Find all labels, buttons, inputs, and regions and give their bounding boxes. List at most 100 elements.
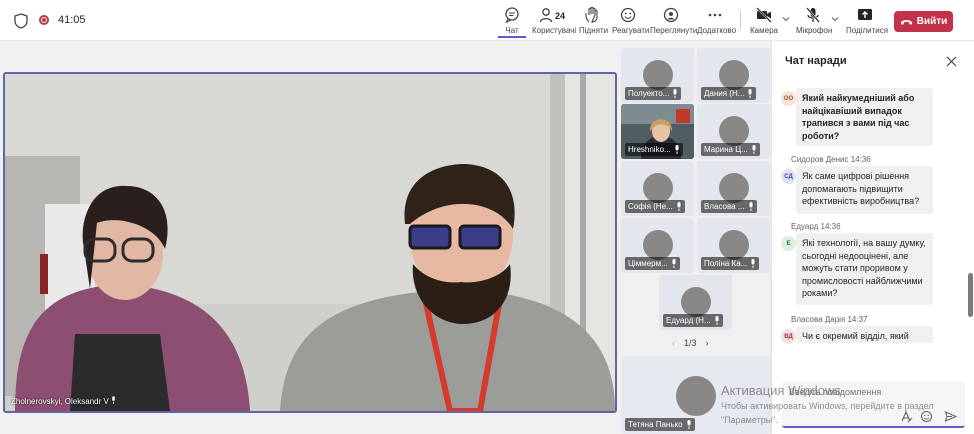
participant-tile[interactable]: Марина Ц... [697, 104, 770, 159]
camera-label: Камера [750, 26, 778, 35]
more-button[interactable]: Додатково [697, 6, 737, 38]
next-page-icon[interactable]: › [706, 338, 709, 348]
participant-name-text: Ціммерм... [628, 259, 668, 268]
mic-icon [751, 259, 755, 268]
avatar [718, 230, 749, 260]
gallery-pagination: ‹ 1/3 › [672, 338, 709, 348]
mic-icon [673, 89, 677, 98]
send-icon[interactable] [944, 410, 957, 423]
participant-tile[interactable]: Власова ... [697, 161, 770, 216]
chat-message: Як саме цифрові рішення допомагають підв… [796, 166, 933, 214]
avatar [718, 116, 749, 146]
raise-hand-icon [585, 6, 598, 23]
more-icon [708, 13, 722, 17]
watermark-title: Активация Windows [721, 383, 841, 398]
phone-hangup-icon [900, 19, 912, 24]
mic-icon [748, 89, 752, 98]
mic-options-chevron-icon[interactable] [830, 14, 840, 24]
mic-icon [112, 396, 115, 404]
participant-tile[interactable]: Едуард (Н... [659, 275, 732, 330]
view-label: Переглянути [650, 26, 698, 35]
people-button[interactable]: Користувачі [532, 6, 577, 38]
participant-name: Ціммерм... [625, 257, 680, 270]
chat-message-sender: Едуард 14:36 [791, 222, 841, 231]
close-icon[interactable] [946, 56, 957, 67]
watermark-line-2: "Параметры". [721, 415, 778, 425]
participant-name: Софія (Не... [625, 200, 685, 213]
raise-hand-label: Підняти [579, 26, 609, 35]
camera-button[interactable]: Камера [750, 6, 778, 38]
participant-name-text: Полуекто... [628, 89, 670, 98]
avatar [676, 376, 716, 416]
watermark-line-1: Чтобы активировать Windows, перейдите в … [721, 401, 934, 411]
participant-name-text: Едуард (Н... [666, 316, 711, 325]
chat-button[interactable]: Чат [498, 6, 526, 38]
microphone-button[interactable]: Мікрофон [796, 6, 833, 38]
view-icon [663, 7, 679, 23]
participant-name: Поліна Ка... [701, 257, 760, 270]
mic-off-icon [806, 7, 820, 23]
gallery-page-indicator: 1/3 [684, 338, 697, 348]
participant-name-text: Софія (Не... [628, 202, 673, 211]
participant-video-tile[interactable]: Hreshniko... [621, 104, 694, 159]
main-video-name: Zholnerovskyi, Oleksandr V [11, 397, 109, 406]
participant-tile[interactable]: Софія (Не... [621, 161, 694, 216]
participant-tile[interactable]: Поліна Ка... [697, 218, 770, 273]
mic-icon [687, 420, 691, 429]
avatar [642, 173, 673, 203]
participant-name-text: Поліна Ка... [704, 259, 748, 268]
more-label: Додатково [697, 26, 737, 35]
camera-options-chevron-icon[interactable] [781, 14, 791, 24]
participant-name-text: Дания (Н... [704, 89, 745, 98]
participant-name: Полуекто... [625, 87, 682, 100]
toolbar-divider [740, 10, 741, 30]
participant-tile[interactable]: Полуекто... [621, 48, 694, 103]
windows-activation-watermark: Активация Windows Чтобы активировать Win… [721, 383, 934, 426]
avatar [718, 173, 749, 203]
avatar: Е [781, 236, 796, 251]
video-frame-image [5, 74, 615, 411]
participant-name: Марина Ц... [701, 143, 760, 156]
chat-button-label: Чат [505, 26, 519, 35]
mic-icon [752, 145, 756, 154]
chat-message: Який найкумедніший або найцікавіший випа… [796, 88, 933, 146]
raise-hand-button[interactable]: Підняти [579, 6, 609, 38]
mic-icon [677, 202, 681, 211]
camera-off-icon [756, 7, 772, 23]
view-button[interactable]: Переглянути [650, 6, 698, 38]
microphone-label: Мікрофон [796, 26, 833, 35]
participants-count: 24 [555, 11, 566, 21]
avatar [642, 230, 673, 260]
meeting-chat-panel: Чат наради OO Який найкумедніший або най… [771, 41, 974, 434]
chat-message: Які технології, на вашу думку, сьогодні … [796, 233, 933, 305]
chat-icon [505, 7, 519, 24]
chat-scrollbar[interactable] [968, 273, 973, 317]
shield-icon[interactable] [14, 13, 28, 29]
avatar [680, 287, 711, 317]
react-button[interactable]: Реагувати [612, 6, 649, 38]
participant-name: Тетяна Панько [625, 418, 695, 431]
chat-panel-title: Чат наради [785, 55, 847, 67]
avatar [642, 60, 673, 90]
participant-name-text: Hreshniko... [628, 145, 671, 154]
participant-tile[interactable]: Дания (Н... [697, 48, 770, 103]
participant-name: Дания (Н... [701, 87, 757, 100]
leave-button[interactable]: Вийти [894, 11, 953, 32]
prev-page-icon[interactable]: ‹ [672, 338, 675, 348]
avatar: OO [781, 91, 796, 106]
smile-icon [620, 7, 636, 23]
mic-icon [675, 145, 679, 154]
mic-icon [672, 259, 676, 268]
mic-icon [749, 202, 752, 211]
chat-message-sender: Власова Дарія 14:37 [791, 315, 868, 324]
people-button-label: Користувачі [532, 26, 577, 35]
chat-message: Чи є окремий відділ, який [796, 326, 933, 343]
participant-tile[interactable]: Ціммерм... [621, 218, 694, 273]
share-label: Поділитися [846, 26, 889, 35]
share-button[interactable]: Поділитися [846, 6, 889, 38]
main-video-feed[interactable]: Zholnerovskyi, Oleksandr V [3, 72, 617, 413]
participant-name-text: Марина Ц... [704, 145, 748, 154]
participant-name: Едуард (Н... [663, 314, 723, 327]
meeting-toolbar: 41:05 Чат Користувачі 24 Підняти Реагува… [0, 0, 974, 41]
participant-name: Hreshniko... [625, 143, 683, 156]
